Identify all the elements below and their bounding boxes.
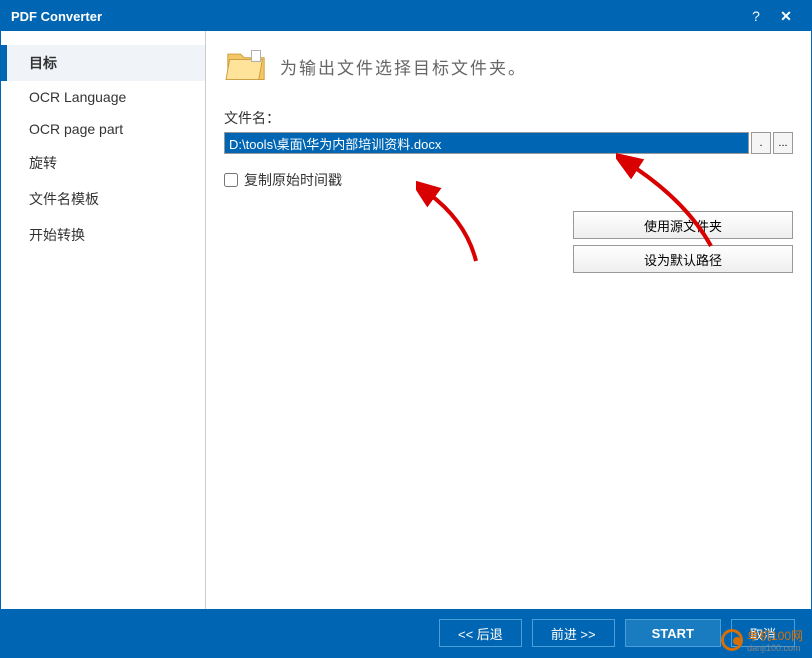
close-button[interactable]: ✕ [771,8,801,25]
set-default-path-button[interactable]: 设为默认路径 [573,245,793,273]
path-row: . ... [224,132,793,154]
path-input[interactable] [224,132,749,154]
window-title: PDF Converter [11,9,102,24]
side-buttons: 使用源文件夹 设为默认路径 [573,211,793,273]
clear-path-button[interactable]: . [751,132,771,154]
annotation-arrow-icon [416,181,496,271]
start-button[interactable]: START [625,619,721,647]
copy-timestamp-checkbox[interactable] [224,173,238,187]
watermark-domain: danji100.com [747,644,803,653]
forward-button[interactable]: 前进 >> [532,619,615,647]
sidebar-item-rotate[interactable]: 旋转 [1,145,205,181]
watermark: 单机100网 danji100.com [721,627,803,653]
titlebar: PDF Converter ? ✕ [1,1,811,31]
page-heading: 为输出文件选择目标文件夹。 [280,54,527,79]
watermark-name: 单机100网 [747,629,803,643]
copy-timestamp-row[interactable]: 复制原始时间戳 [224,170,793,190]
watermark-logo-icon [721,629,743,651]
help-button[interactable]: ? [741,8,771,24]
use-source-folder-button[interactable]: 使用源文件夹 [573,211,793,239]
sidebar-item-target[interactable]: 目标 [1,45,205,81]
app-window: PDF Converter ? ✕ 目标 OCR Language OCR pa… [0,0,812,658]
window-body: 目标 OCR Language OCR page part 旋转 文件名模板 开… [1,31,811,609]
sidebar-item-ocr-language[interactable]: OCR Language [1,81,205,113]
sidebar-item-start-convert[interactable]: 开始转换 [1,217,205,253]
header-row: 为输出文件选择目标文件夹。 [224,45,793,88]
filename-label: 文件名： [224,108,793,128]
footer: << 后退 前进 >> START 取消 [1,609,811,657]
folder-icon [224,45,268,88]
main-panel: 为输出文件选择目标文件夹。 文件名： . ... 复制原始时间戳 使用源文件夹 … [206,31,811,609]
copy-timestamp-label: 复制原始时间戳 [244,170,342,190]
sidebar: 目标 OCR Language OCR page part 旋转 文件名模板 开… [1,31,206,609]
back-button[interactable]: << 后退 [439,619,522,647]
browse-button[interactable]: ... [773,132,793,154]
sidebar-item-ocr-page-part[interactable]: OCR page part [1,113,205,145]
sidebar-item-filename-template[interactable]: 文件名模板 [1,181,205,217]
